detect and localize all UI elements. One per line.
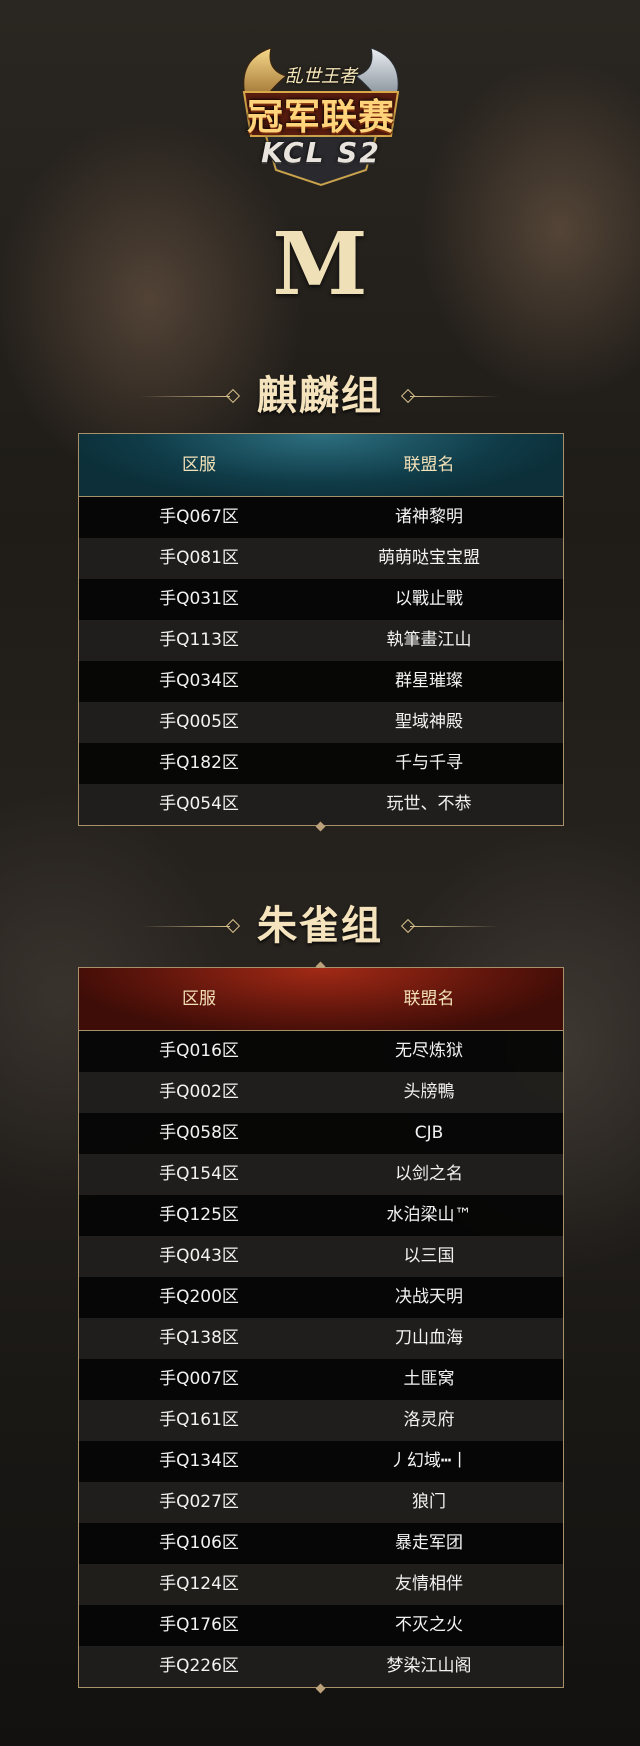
table-row: 手Q058区 CJB [79, 1113, 563, 1154]
table-row: 手Q027区 狼门 [79, 1482, 563, 1523]
table-row: 手Q106区 暴走军团 [79, 1523, 563, 1564]
alliance-cell: 以剑之名 [395, 1164, 463, 1184]
server-cell: 手Q226区 [159, 1656, 239, 1676]
alliance-cell: 執筆畫江山 [386, 630, 472, 650]
table-row: 手Q161区 洛灵府 [79, 1400, 563, 1441]
table-row: 手Q005区 聖域神殿 [79, 702, 563, 743]
alliance-cell: 以三国 [403, 1246, 455, 1266]
event-logo: 乱世王者 冠军联赛 KCL S2 [226, 40, 416, 190]
column-header-alliance: 联盟名 [403, 989, 455, 1009]
server-cell: 手Q081区 [159, 548, 239, 568]
logo-top-text: 乱世王者 [285, 66, 357, 87]
diamond-ornament-icon [225, 918, 241, 934]
alliance-cell: 萌萌哒宝宝盟 [378, 548, 480, 568]
server-cell: 手Q134区 [159, 1451, 239, 1471]
server-cell: 手Q125区 [159, 1205, 239, 1225]
column-header-alliance: 联盟名 [403, 455, 455, 475]
divider-line [410, 926, 500, 927]
table-row: 手Q226区 梦染江山阁 [79, 1646, 563, 1687]
server-cell: 手Q176区 [159, 1615, 239, 1635]
server-cell: 手Q054区 [159, 794, 239, 814]
alliance-cell: 诸神黎明 [395, 507, 463, 527]
alliance-cell: 洛灵府 [403, 1410, 455, 1430]
table-row: 手Q176区 不灭之火 [79, 1605, 563, 1646]
table-row: 手Q007区 土匪窝 [79, 1359, 563, 1400]
alliance-cell: 头牓鴨 [403, 1082, 455, 1102]
group-letter: M [272, 214, 368, 315]
server-cell: 手Q027区 [159, 1492, 239, 1512]
logo-sub-text: KCL S2 [261, 136, 381, 169]
alliance-cell: 暴走军团 [395, 1533, 463, 1553]
table-row: 手Q125区 水泊梁山™ [79, 1195, 563, 1236]
server-cell: 手Q002区 [159, 1082, 239, 1102]
server-cell: 手Q154区 [159, 1164, 239, 1184]
section-title-zhuque: 朱雀组 [0, 896, 640, 956]
server-cell: 手Q005区 [159, 712, 239, 732]
alliance-cell: 刀山血海 [395, 1328, 463, 1348]
alliance-cell: 玩世、不恭 [386, 794, 472, 814]
table-row: 手Q002区 头牓鴨 [79, 1072, 563, 1113]
table-row: 手Q081区 萌萌哒宝宝盟 [79, 538, 563, 579]
server-cell: 手Q200区 [159, 1287, 239, 1307]
divider-line [410, 396, 500, 397]
alliance-cell: CJB [414, 1123, 444, 1143]
server-cell: 手Q016区 [159, 1041, 239, 1061]
server-cell: 手Q067区 [159, 507, 239, 527]
section-title-text: 麒麟组 [257, 372, 383, 419]
table-row: 手Q113区 執筆畫江山 [79, 620, 563, 661]
alliance-cell: 无尽炼狱 [395, 1041, 463, 1061]
column-header-server: 区服 [182, 455, 216, 475]
server-cell: 手Q007区 [159, 1369, 239, 1389]
alliance-cell: 丿幻域┅丨 [389, 1451, 469, 1471]
table-header: 区服 联盟名 [79, 968, 563, 1031]
table-row: 手Q134区 丿幻域┅丨 [79, 1441, 563, 1482]
alliance-cell: 土匪窝 [403, 1369, 455, 1389]
server-cell: 手Q043区 [159, 1246, 239, 1266]
server-cell: 手Q161区 [159, 1410, 239, 1430]
section-title-qilin: 麒麟组 [0, 366, 640, 426]
table-row: 手Q200区 决战天明 [79, 1277, 563, 1318]
server-cell: 手Q106区 [159, 1533, 239, 1553]
server-cell: 手Q031区 [159, 589, 239, 609]
alliance-cell: 水泊梁山™ [386, 1205, 472, 1225]
server-cell: 手Q182区 [159, 753, 239, 773]
alliance-cell: 梦染江山阁 [386, 1656, 472, 1676]
server-cell: 手Q058区 [159, 1123, 239, 1143]
server-cell: 手Q138区 [159, 1328, 239, 1348]
alliance-cell: 决战天明 [395, 1287, 463, 1307]
group-table-zhuque: 区服 联盟名 手Q016区 无尽炼狱 手Q002区 头牓鴨 手Q058区 CJB 手Q… [78, 961, 564, 1694]
table-row: 手Q054区 玩世、不恭 [79, 784, 563, 825]
table-row: 手Q031区 以戰止戰 [79, 579, 563, 620]
alliance-cell: 群星璀璨 [395, 671, 463, 691]
divider-line [140, 926, 230, 927]
alliance-cell: 千与千寻 [395, 753, 463, 773]
alliance-cell: 聖域神殿 [395, 712, 463, 732]
table-row: 手Q154区 以剑之名 [79, 1154, 563, 1195]
group-table-qilin: 区服 联盟名 手Q067区 诸神黎明 手Q081区 萌萌哒宝宝盟 手Q031区 以戰止… [78, 433, 564, 832]
section-title-text: 朱雀组 [257, 902, 383, 949]
column-header-server: 区服 [182, 989, 216, 1009]
divider-line [140, 396, 230, 397]
server-cell: 手Q124区 [159, 1574, 239, 1594]
table-row: 手Q016区 无尽炼狱 [79, 1031, 563, 1072]
table-header: 区服 联盟名 [79, 434, 563, 497]
diamond-ornament-icon [225, 388, 241, 404]
table-row: 手Q067区 诸神黎明 [79, 497, 563, 538]
table-row: 手Q124区 友情相伴 [79, 1564, 563, 1605]
server-cell: 手Q034区 [159, 671, 239, 691]
alliance-cell: 友情相伴 [395, 1574, 463, 1594]
table-row: 手Q043区 以三国 [79, 1236, 563, 1277]
alliance-cell: 以戰止戰 [395, 589, 463, 609]
alliance-cell: 不灭之火 [395, 1615, 463, 1635]
alliance-cell: 狼门 [412, 1492, 446, 1512]
table-row: 手Q034区 群星璀璨 [79, 661, 563, 702]
table-row: 手Q138区 刀山血海 [79, 1318, 563, 1359]
logo-main-text: 冠军联赛 [246, 96, 395, 138]
server-cell: 手Q113区 [159, 630, 239, 650]
table-row: 手Q182区 千与千寻 [79, 743, 563, 784]
